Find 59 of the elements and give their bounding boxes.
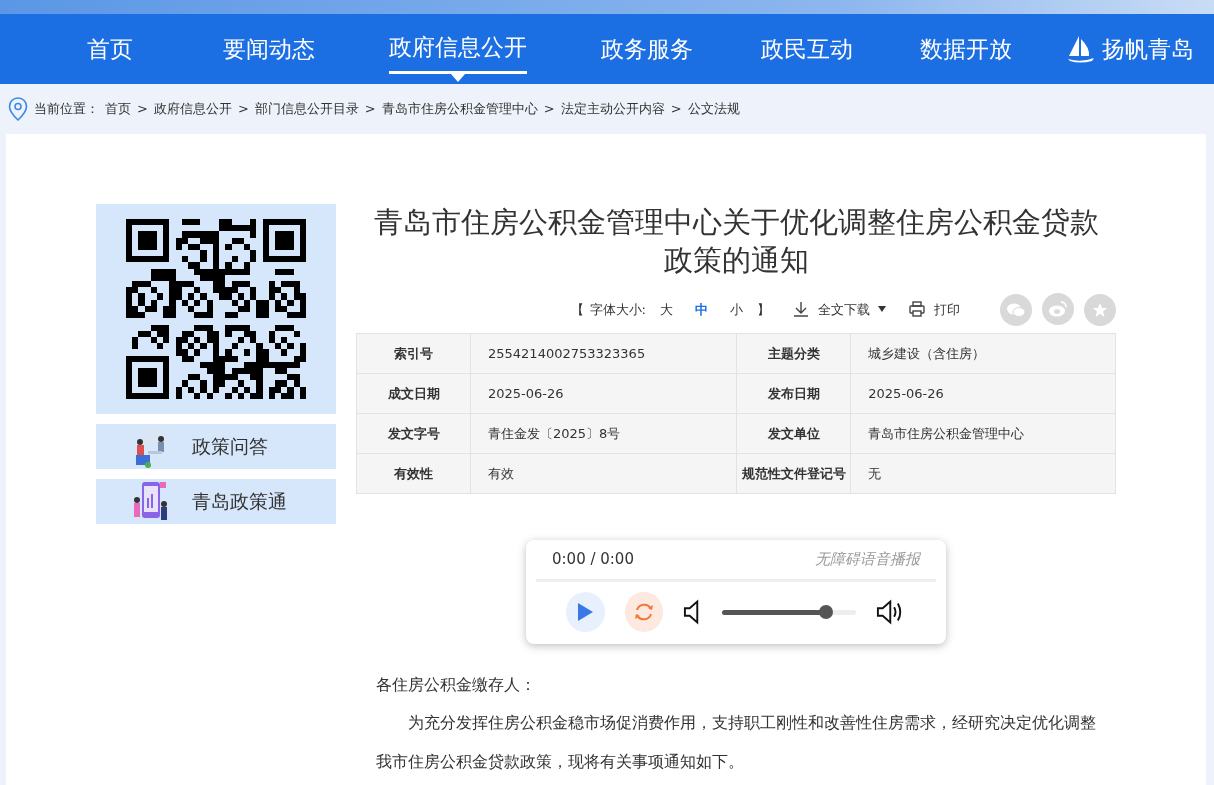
field-label: 主题分类 [736, 333, 851, 374]
field-value: 有效 [470, 453, 737, 494]
breadcrumb-link[interactable]: 青岛市住房公积金管理中心 [381, 99, 538, 119]
field-label: 有效性 [356, 453, 471, 494]
font-size-option[interactable]: 中 [687, 299, 716, 320]
field-value: 无 [850, 453, 1116, 494]
play-icon [577, 602, 594, 621]
field-label: 索引号 [356, 333, 471, 374]
breadcrumb-separator: > [137, 100, 148, 119]
breadcrumb-link[interactable]: 法定主动公开内容 [560, 99, 665, 119]
breadcrumb-separator: > [670, 100, 682, 119]
field-label: 成文日期 [356, 373, 471, 414]
volume-slider[interactable] [722, 604, 856, 619]
bracket-text: 【 [570, 300, 584, 319]
nav-tab[interactable]: 数据开放 [886, 25, 1046, 73]
active-pointer-icon [451, 73, 466, 82]
nav-tab[interactable]: 首页 [30, 25, 190, 73]
field-value: 青住金发〔2025〕8号 [470, 413, 737, 454]
time-display: 0:00 / 0:00 [552, 549, 634, 571]
nav-tab[interactable]: 政民互动 [726, 25, 887, 73]
breadcrumb-separator: > [364, 100, 376, 119]
breadcrumb-link[interactable]: 政府信息公开 [153, 99, 232, 119]
download-icon [792, 300, 810, 319]
font-size-option[interactable]: 大 [652, 299, 681, 320]
article-title: 青岛市住房公积金管理中心关于优化调整住房公积金贷款政策的通知 [372, 204, 1100, 279]
field-value: 青岛市住房公积金管理中心 [850, 413, 1116, 454]
replay-button[interactable] [624, 591, 664, 632]
caret-icon [878, 306, 886, 313]
print-icon [908, 300, 926, 319]
breadcrumb-link[interactable]: 首页 [105, 99, 131, 119]
font-size-option[interactable]: 小 [722, 299, 751, 320]
field-label: 发文字号 [356, 413, 471, 454]
site-brand[interactable]: 扬帆青岛 [1101, 31, 1194, 67]
breadcrumb-label: 当前位置： [34, 100, 99, 119]
sidebar-link[interactable]: 政策问答 [96, 424, 336, 469]
field-label: 规范性文件登记号 [736, 453, 851, 494]
bracket-text: 】 [757, 300, 770, 319]
field-value: 2025-06-26 [850, 373, 1116, 414]
body-paragraph: 为充分发挥住房公积金稳市场促消费作用，支持职工刚性和改善性住房需求，经研究决定优化调整我市住房公积金贷款政策，现将有关事项通知如下。 [376, 712, 1096, 773]
player-caption: 无障碍语音播报 [815, 549, 920, 571]
breadcrumb-separator: > [237, 100, 249, 119]
location-pin-icon [8, 97, 28, 121]
download-link[interactable]: 全文下载 [792, 299, 886, 320]
field-value: 城乡建设（含住房） [850, 333, 1116, 374]
field-value: 2554214002753323365 [470, 333, 737, 374]
play-button[interactable] [566, 591, 605, 632]
sidebar-link[interactable]: 青岛政策通 [96, 479, 336, 524]
field-value: 2025-06-26 [470, 373, 737, 414]
breadcrumb-separator: > [543, 100, 555, 119]
nav-tab[interactable]: 要闻动态 [189, 25, 350, 73]
field-label: 发布日期 [736, 373, 851, 414]
field-label: 发文单位 [736, 413, 851, 454]
nav-tab[interactable]: 政府信息公开 [389, 24, 528, 74]
nav-tab[interactable]: 政务服务 [567, 25, 727, 73]
breadcrumb-link[interactable]: 公文法规 [687, 99, 740, 119]
print-link[interactable]: 打印 [908, 299, 960, 320]
breadcrumb-link[interactable]: 部门信息公开目录 [254, 99, 359, 119]
greeting-text: 各住房公积金缴存人： [376, 673, 537, 696]
font-size-label: 字体大小: [589, 300, 646, 319]
